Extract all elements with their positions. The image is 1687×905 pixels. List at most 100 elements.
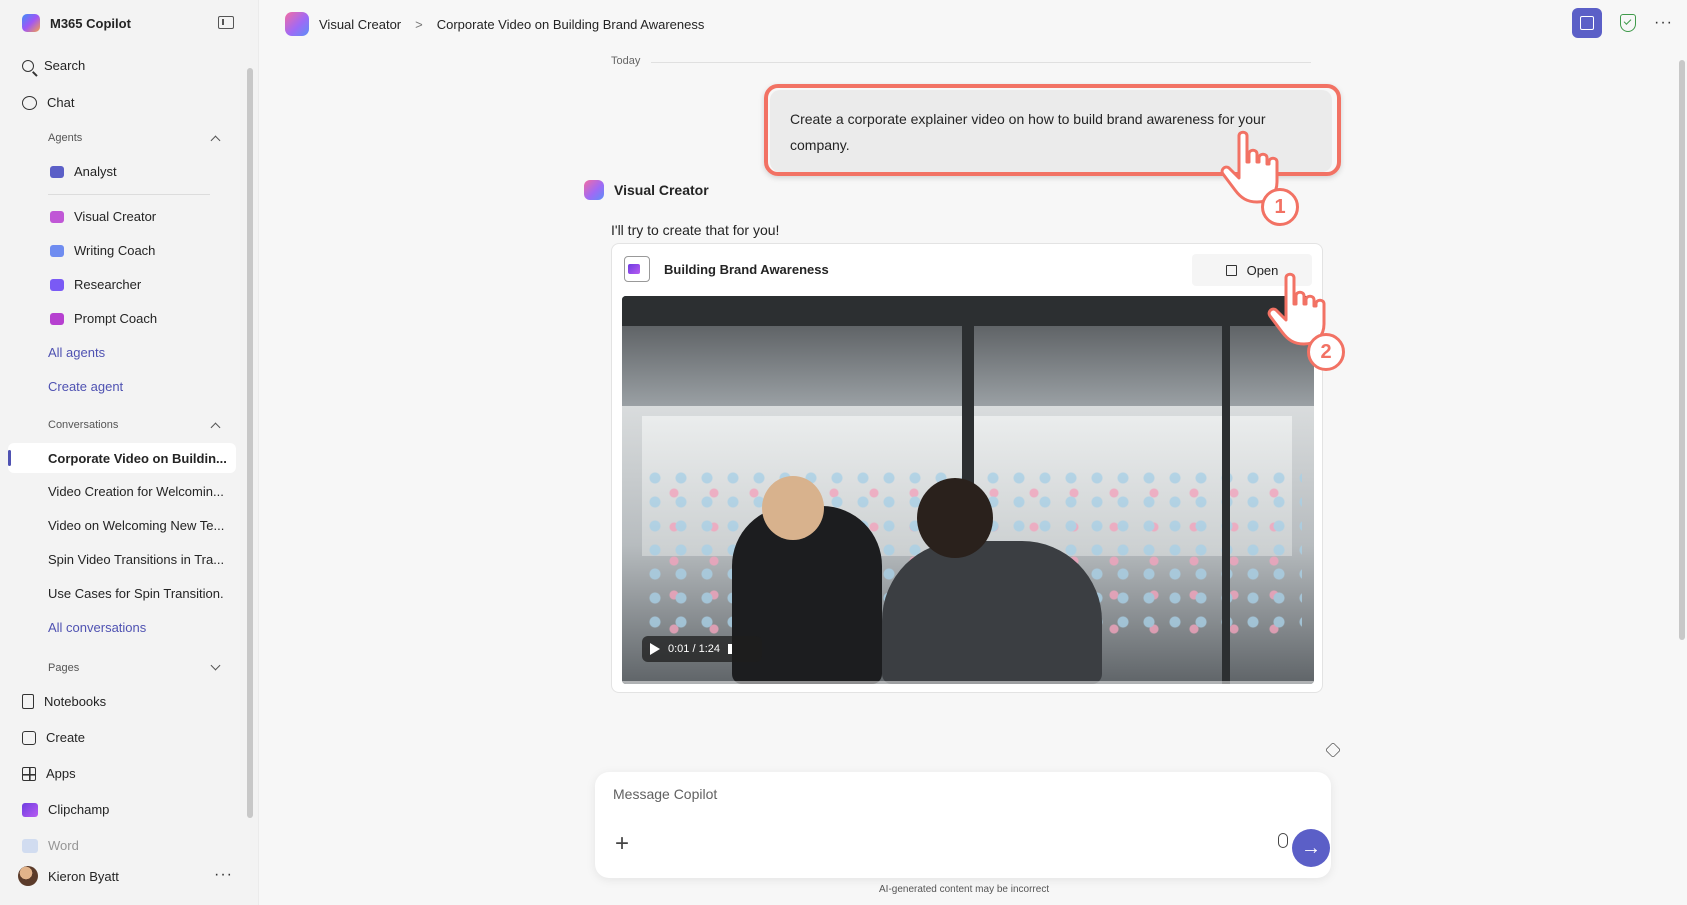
visual-creator-icon <box>50 210 64 223</box>
video-controls: 0:01 / 1:24 <box>642 636 762 662</box>
sidebar: M365 Copilot Search Chat Agents Analyst … <box>0 0 258 905</box>
user-profile[interactable]: Kieron Byatt <box>18 866 119 886</box>
nav-notebooks[interactable]: Notebooks <box>22 694 106 709</box>
prompt-coach-icon <box>50 312 64 325</box>
chat-icon <box>22 95 37 110</box>
card-title: Building Brand Awareness <box>664 262 829 277</box>
send-button[interactable]: → <box>1292 829 1330 867</box>
video-scene <box>917 478 993 558</box>
nav-search-label: Search <box>44 58 86 73</box>
sidebar-item-prompt-coach[interactable]: Prompt Coach <box>50 311 157 326</box>
agent-label: Visual Creator <box>74 209 157 224</box>
sidebar-item-analyst[interactable]: Analyst <box>50 164 117 179</box>
pages-section-header[interactable]: Pages <box>48 662 79 674</box>
conversation-item[interactable]: Video Creation for Welcomin... <box>48 484 224 499</box>
bot-message: I'll try to create that for you! <box>611 222 780 238</box>
sidebar-scrollbar[interactable] <box>247 68 253 818</box>
agent-label: Writing Coach <box>74 243 156 258</box>
user-name: Kieron Byatt <box>48 868 119 884</box>
agent-label: Analyst <box>74 164 117 179</box>
play-icon[interactable] <box>650 643 660 655</box>
nav-apps[interactable]: Apps <box>22 766 76 781</box>
video-scene <box>882 541 1102 684</box>
analyst-icon <box>50 165 64 178</box>
message-composer: + → <box>595 772 1331 878</box>
video-card: Building Brand Awareness Open 0:01 / 1:2… <box>611 243 1323 693</box>
top-actions: ··· <box>1572 8 1673 38</box>
conversation-item-active[interactable]: Corporate Video on Buildin... <box>8 443 236 473</box>
word-icon <box>22 838 38 853</box>
nav-chat-label: Chat <box>47 95 75 110</box>
app-brand: M365 Copilot <box>22 14 131 32</box>
more-options-icon[interactable]: ··· <box>214 866 233 884</box>
sidebar-item-visual-creator[interactable]: Visual Creator <box>50 209 156 224</box>
new-chat-button[interactable] <box>1572 8 1603 38</box>
nav-create-label: Create <box>46 730 86 745</box>
more-options-icon[interactable]: ··· <box>1654 14 1673 32</box>
sidebar-toggle-icon[interactable] <box>218 16 234 29</box>
agent-label: Researcher <box>74 277 142 292</box>
clipchamp-icon <box>22 802 38 817</box>
main-scrollbar[interactable] <box>1679 60 1685 640</box>
visual-creator-logo-icon <box>285 12 309 36</box>
writing-coach-icon <box>50 244 64 257</box>
microphone-icon[interactable] <box>1278 833 1288 848</box>
nav-create[interactable]: Create <box>22 730 85 745</box>
shield-check-icon[interactable] <box>1620 14 1637 32</box>
nav-chat[interactable]: Chat <box>22 95 74 110</box>
chevron-up-icon[interactable] <box>210 135 221 146</box>
divider <box>48 194 210 195</box>
app-title: M365 Copilot <box>50 15 131 31</box>
conversation-item[interactable]: Video on Welcoming New Te... <box>48 518 224 533</box>
nav-notebooks-label: Notebooks <box>44 694 107 709</box>
conversations-section-header[interactable]: Conversations <box>48 419 118 431</box>
researcher-icon <box>50 278 64 291</box>
breadcrumb-agent[interactable]: Visual Creator <box>319 17 401 32</box>
sidebar-item-researcher[interactable]: Researcher <box>50 277 141 292</box>
copilot-logo-icon <box>22 14 40 32</box>
divider <box>651 62 1311 63</box>
conversation-item[interactable]: Spin Video Transitions in Tra... <box>48 552 224 567</box>
nav-apps-label: Apps <box>46 766 76 781</box>
volume-icon[interactable] <box>728 644 738 654</box>
bot-header: Visual Creator <box>584 180 709 200</box>
agents-section-header[interactable]: Agents <box>48 132 82 144</box>
nav-word-label: Word <box>48 838 79 853</box>
add-icon[interactable]: + <box>615 832 629 856</box>
video-time: 0:01 / 1:24 <box>668 643 720 655</box>
clipchamp-file-icon <box>624 256 650 282</box>
apps-grid-icon <box>22 766 36 781</box>
video-player[interactable]: 0:01 / 1:24 <box>622 296 1314 684</box>
step-badge: 1 <box>1261 188 1299 226</box>
bot-name: Visual Creator <box>614 182 709 198</box>
message-input[interactable] <box>613 786 1213 802</box>
all-conversations-link[interactable]: All conversations <box>48 620 146 635</box>
search-icon <box>22 59 34 72</box>
breadcrumb: Visual Creator > Corporate Video on Buil… <box>285 12 704 36</box>
nav-search[interactable]: Search <box>22 58 85 73</box>
step-badge: 2 <box>1307 333 1345 371</box>
video-scene <box>1222 296 1230 684</box>
video-scene <box>762 476 824 540</box>
nav-word[interactable]: Word <box>22 838 79 853</box>
chevron-right-icon: > <box>415 16 423 32</box>
chevron-down-icon[interactable] <box>210 660 221 671</box>
nav-clipchamp[interactable]: Clipchamp <box>22 802 109 817</box>
open-external-icon <box>1225 264 1237 276</box>
create-icon <box>22 730 36 745</box>
chevron-up-icon[interactable] <box>210 422 221 433</box>
avatar <box>18 866 38 886</box>
sparkle-icon[interactable] <box>1325 742 1341 758</box>
video-progress-bar[interactable] <box>622 681 1314 684</box>
sidebar-item-writing-coach[interactable]: Writing Coach <box>50 243 155 258</box>
create-agent-link[interactable]: Create agent <box>48 379 123 394</box>
breadcrumb-conversation: Corporate Video on Building Brand Awaren… <box>436 16 705 32</box>
date-divider-label: Today <box>611 55 641 67</box>
ai-disclaimer: AI-generated content may be incorrect <box>879 884 1050 895</box>
conversation-item[interactable]: Use Cases for Spin Transition... <box>48 586 224 601</box>
visual-creator-logo-icon <box>584 180 604 200</box>
all-agents-link[interactable]: All agents <box>48 345 105 360</box>
nav-clipchamp-label: Clipchamp <box>48 802 110 817</box>
agent-label: Prompt Coach <box>74 311 158 326</box>
notebook-icon <box>22 694 34 709</box>
